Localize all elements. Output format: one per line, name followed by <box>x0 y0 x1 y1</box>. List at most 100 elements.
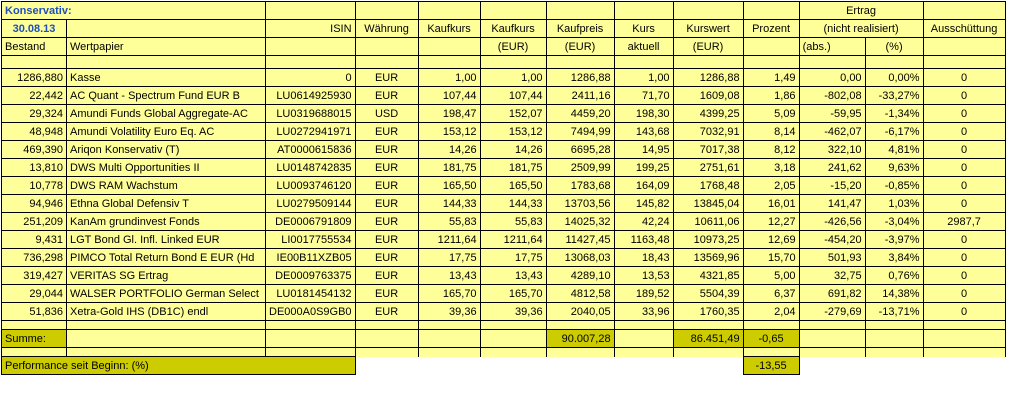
kaufpreis-cell[interactable]: 1783,68 <box>545 176 615 195</box>
prozent-cell[interactable]: 8,14 <box>742 122 800 141</box>
isin-cell[interactable]: LU0279509144 <box>265 194 356 213</box>
isin-cell[interactable]: LU0181454132 <box>265 284 356 303</box>
kaufkurs-cell[interactable]: 39,36 <box>417 302 481 321</box>
waehrung-cell[interactable]: EUR <box>354 68 419 87</box>
kaufpreis-cell[interactable]: 14025,32 <box>545 212 615 231</box>
summe-prozent[interactable]: -0,65 <box>742 329 800 348</box>
ertrag-pct-cell[interactable]: 0,00% <box>864 68 924 87</box>
prozent-cell[interactable]: 5,00 <box>742 266 800 285</box>
kaufpreis-cell[interactable]: 13068,03 <box>545 248 615 267</box>
summe-kaufpreis[interactable]: 90.007,28 <box>545 329 615 348</box>
kurs-cell[interactable]: 143,68 <box>613 122 674 141</box>
kurs-cell[interactable]: 189,52 <box>613 284 674 303</box>
kaufkurs-eur-cell[interactable]: 1,00 <box>479 68 547 87</box>
kaufkurs-eur-cell[interactable]: 165,70 <box>479 284 547 303</box>
prozent-cell[interactable]: 16,01 <box>742 194 800 213</box>
ertrag-abs-cell[interactable]: -802,08 <box>798 86 866 105</box>
prozent-cell[interactable]: 5,09 <box>742 104 800 123</box>
kurswert-cell[interactable]: 1609,08 <box>672 86 744 105</box>
isin-cell[interactable]: LU0614925930 <box>265 86 356 105</box>
prozent-cell[interactable]: 2,04 <box>742 302 800 321</box>
waehrung-cell[interactable]: EUR <box>354 158 419 177</box>
isin-cell[interactable]: LU0319688015 <box>265 104 356 123</box>
prozent-cell[interactable]: 1,49 <box>742 68 800 87</box>
ausschuettung-cell[interactable]: 0 <box>922 266 1006 285</box>
kurs-cell[interactable]: 199,25 <box>613 158 674 177</box>
kaufkurs-cell[interactable]: 1211,64 <box>417 230 481 249</box>
wertpapier-cell[interactable]: LGT Bond Gl. Infl. Linked EUR <box>66 230 266 249</box>
wertpapier-cell[interactable]: WALSER PORTFOLIO German Select <box>66 284 266 303</box>
kaufkurs-eur-cell[interactable]: 14,26 <box>479 140 547 159</box>
isin-cell[interactable]: IE00B11XZB05 <box>265 248 356 267</box>
waehrung-cell[interactable]: EUR <box>354 212 419 231</box>
kurs-cell[interactable]: 71,70 <box>613 86 674 105</box>
ausschuettung-cell[interactable]: 0 <box>922 248 1006 267</box>
waehrung-cell[interactable]: USD <box>354 104 419 123</box>
waehrung-cell[interactable]: EUR <box>354 248 419 267</box>
prozent-cell[interactable]: 6,37 <box>742 284 800 303</box>
bestand-cell[interactable]: 251,209 <box>1 212 67 231</box>
waehrung-cell[interactable]: EUR <box>354 302 419 321</box>
ertrag-pct-cell[interactable]: -33,27% <box>864 86 924 105</box>
kurs-cell[interactable]: 1,00 <box>613 68 674 87</box>
ausschuettung-cell[interactable]: 0 <box>922 194 1006 213</box>
kurswert-cell[interactable]: 4399,25 <box>672 104 744 123</box>
ertrag-pct-cell[interactable]: 4,81% <box>864 140 924 159</box>
isin-cell[interactable]: LU0148742835 <box>265 158 356 177</box>
ertrag-pct-cell[interactable]: -1,34% <box>864 104 924 123</box>
wertpapier-cell[interactable]: DWS Multi Opportunities II <box>66 158 266 177</box>
ertrag-abs-cell[interactable]: 141,47 <box>798 194 866 213</box>
kaufkurs-eur-cell[interactable]: 17,75 <box>479 248 547 267</box>
isin-cell[interactable]: DE0009763375 <box>265 266 356 285</box>
kurswert-cell[interactable]: 7032,91 <box>672 122 744 141</box>
kurs-cell[interactable]: 14,95 <box>613 140 674 159</box>
kurs-cell[interactable]: 42,24 <box>613 212 674 231</box>
ertrag-abs-cell[interactable]: 241,62 <box>798 158 866 177</box>
bestand-cell[interactable]: 94,946 <box>1 194 67 213</box>
ausschuettung-cell[interactable]: 0 <box>922 302 1006 321</box>
kurswert-cell[interactable]: 1760,35 <box>672 302 744 321</box>
kurswert-cell[interactable]: 7017,38 <box>672 140 744 159</box>
kurswert-cell[interactable]: 1768,48 <box>672 176 744 195</box>
kaufpreis-cell[interactable]: 13703,56 <box>545 194 615 213</box>
kaufkurs-cell[interactable]: 153,12 <box>417 122 481 141</box>
ausschuettung-cell[interactable]: 0 <box>922 284 1006 303</box>
ausschuettung-cell[interactable]: 0 <box>922 176 1006 195</box>
ertrag-abs-cell[interactable]: -454,20 <box>798 230 866 249</box>
kurs-cell[interactable]: 145,82 <box>613 194 674 213</box>
ertrag-pct-cell[interactable]: 9,63% <box>864 158 924 177</box>
prozent-cell[interactable]: 15,70 <box>742 248 800 267</box>
kaufkurs-eur-cell[interactable]: 1211,64 <box>479 230 547 249</box>
kurswert-cell[interactable]: 10973,25 <box>672 230 744 249</box>
ertrag-abs-cell[interactable]: -279,69 <box>798 302 866 321</box>
kurswert-cell[interactable]: 4321,85 <box>672 266 744 285</box>
wertpapier-cell[interactable]: PIMCO Total Return Bond E EUR (Hd <box>66 248 266 267</box>
ausschuettung-cell[interactable]: 0 <box>922 230 1006 249</box>
wertpapier-cell[interactable]: Xetra-Gold IHS (DB1C) endl <box>66 302 266 321</box>
kaufkurs-eur-cell[interactable]: 39,36 <box>479 302 547 321</box>
ertrag-pct-cell[interactable]: 14,38% <box>864 284 924 303</box>
wertpapier-cell[interactable]: Kasse <box>66 68 266 87</box>
kurs-cell[interactable]: 1163,48 <box>613 230 674 249</box>
ertrag-abs-cell[interactable]: 691,82 <box>798 284 866 303</box>
summe-kurswert[interactable]: 86.451,49 <box>672 329 744 348</box>
ertrag-abs-cell[interactable]: -462,07 <box>798 122 866 141</box>
kaufkurs-eur-cell[interactable]: 107,44 <box>479 86 547 105</box>
kaufkurs-cell[interactable]: 198,47 <box>417 104 481 123</box>
bestand-cell[interactable]: 13,810 <box>1 158 67 177</box>
waehrung-cell[interactable]: EUR <box>354 140 419 159</box>
performance-value[interactable]: -13,55 <box>742 356 800 375</box>
bestand-cell[interactable]: 10,778 <box>1 176 67 195</box>
waehrung-cell[interactable]: EUR <box>354 86 419 105</box>
kaufkurs-eur-cell[interactable]: 181,75 <box>479 158 547 177</box>
kurs-cell[interactable]: 164,09 <box>613 176 674 195</box>
kaufpreis-cell[interactable]: 1286,88 <box>545 68 615 87</box>
prozent-cell[interactable]: 2,05 <box>742 176 800 195</box>
ertrag-pct-cell[interactable]: -0,85% <box>864 176 924 195</box>
ertrag-abs-cell[interactable]: 32,75 <box>798 266 866 285</box>
kaufkurs-eur-cell[interactable]: 153,12 <box>479 122 547 141</box>
kaufpreis-cell[interactable]: 2040,05 <box>545 302 615 321</box>
kaufpreis-cell[interactable]: 7494,99 <box>545 122 615 141</box>
bestand-cell[interactable]: 51,836 <box>1 302 67 321</box>
kurs-cell[interactable]: 13,53 <box>613 266 674 285</box>
